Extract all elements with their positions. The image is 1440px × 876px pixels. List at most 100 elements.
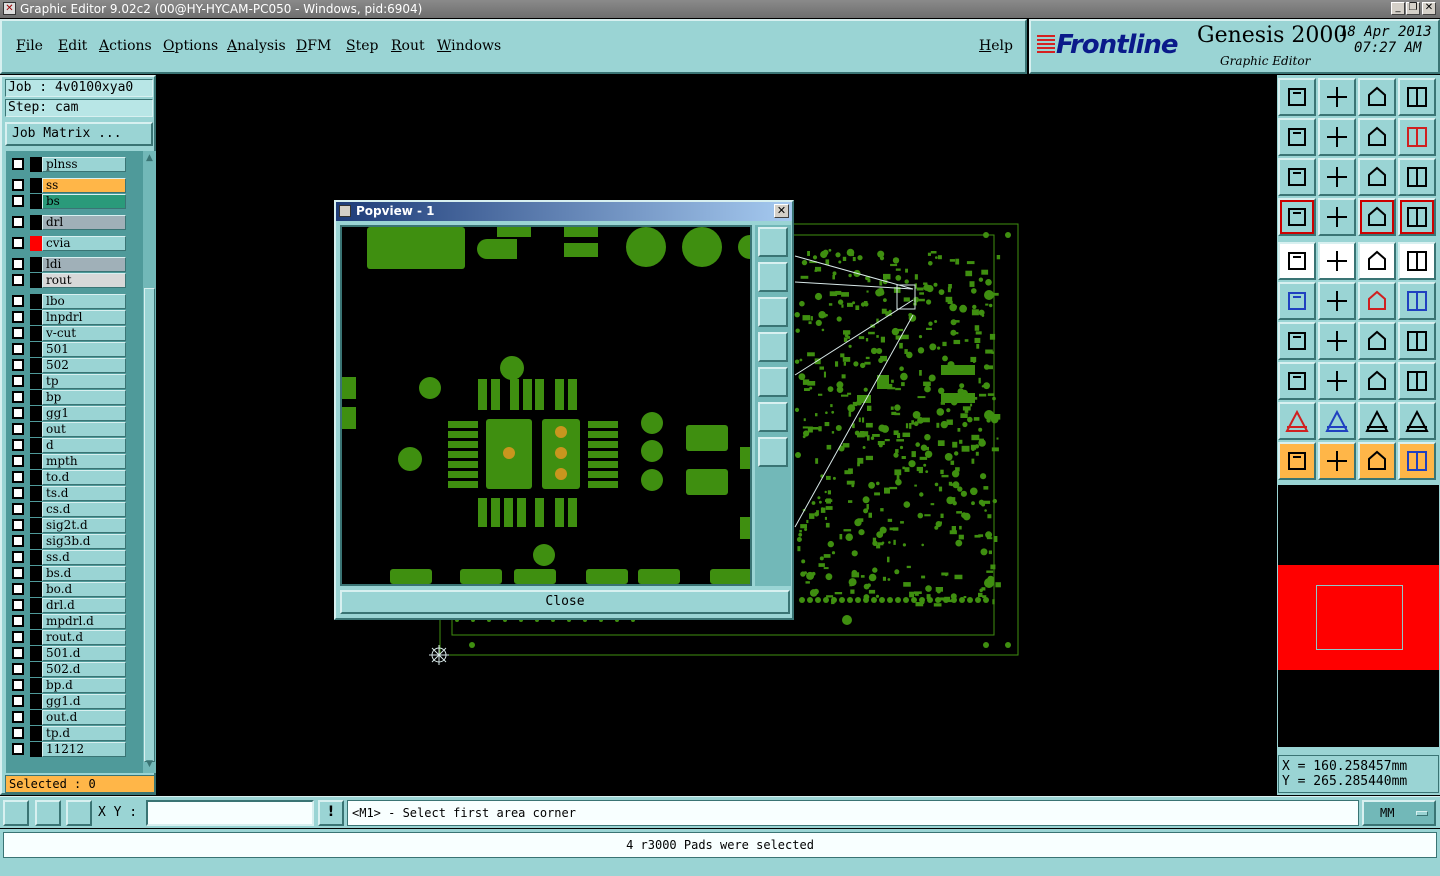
- popview-pan-left-icon[interactable]: [758, 332, 788, 362]
- layer-name[interactable]: out.d: [42, 710, 126, 725]
- layer-name[interactable]: mpth: [42, 454, 126, 469]
- layer-name[interactable]: mpdrl.d: [42, 614, 126, 629]
- popview-zoom-window-icon[interactable]: [758, 227, 788, 257]
- layer-checkbox[interactable]: [12, 695, 24, 707]
- layer-row-501[interactable]: 501: [8, 342, 143, 357]
- layer-checkbox[interactable]: [12, 471, 24, 483]
- features-icon[interactable]: [1278, 198, 1316, 236]
- close-icon[interactable]: ✕: [1422, 2, 1436, 15]
- menu-step[interactable]: Step: [346, 38, 378, 54]
- layer-scrollbar[interactable]: ▲ ▼: [143, 151, 156, 773]
- layer-checkbox[interactable]: [12, 274, 24, 286]
- rotate-icon[interactable]: [1358, 322, 1396, 360]
- layer-name[interactable]: tp: [42, 374, 126, 389]
- layer-checkbox[interactable]: [12, 179, 24, 191]
- snap-icon[interactable]: [3, 800, 29, 826]
- layer-row-v-cut[interactable]: v-cut: [8, 326, 143, 341]
- layer-row-11212[interactable]: 11212: [8, 742, 143, 757]
- pad-select-icon[interactable]: [1278, 242, 1316, 280]
- layer-row-bs[interactable]: bs: [8, 194, 143, 209]
- layer-name[interactable]: sig2t.d: [42, 518, 126, 533]
- pan-left-icon[interactable]: [1278, 118, 1316, 156]
- layer-name[interactable]: to.d: [42, 470, 126, 485]
- menu-windows[interactable]: Windows: [437, 38, 501, 54]
- layer-checkbox[interactable]: [12, 535, 24, 547]
- one-to-one-icon[interactable]: [1358, 158, 1396, 196]
- layer-name[interactable]: drl: [42, 215, 126, 230]
- layer-row-502-d[interactable]: 502.d: [8, 662, 143, 677]
- select-poly-icon[interactable]: [1358, 442, 1396, 480]
- layer-name[interactable]: sig3b.d: [42, 534, 126, 549]
- zoom-center-icon[interactable]: [1318, 158, 1356, 196]
- layer-name[interactable]: rout.d: [42, 630, 126, 645]
- layer-toggle-icon[interactable]: [1358, 198, 1396, 236]
- minimize-icon[interactable]: _: [1391, 2, 1405, 15]
- layer-row-mpdrl-d[interactable]: mpdrl.d: [8, 614, 143, 629]
- layer-row-bp[interactable]: bp: [8, 390, 143, 405]
- line-icon[interactable]: [1318, 322, 1356, 360]
- layer-name[interactable]: rout: [42, 273, 126, 288]
- layer-name[interactable]: ts.d: [42, 486, 126, 501]
- triangle-blue-icon[interactable]: [1318, 402, 1356, 440]
- layer-checkbox[interactable]: [12, 258, 24, 270]
- layer-checkbox[interactable]: [12, 567, 24, 579]
- layer-checkbox[interactable]: [12, 503, 24, 515]
- layer-checkbox[interactable]: [12, 195, 24, 207]
- layer-checkbox[interactable]: [12, 647, 24, 659]
- layer-row-bo-d[interactable]: bo.d: [8, 582, 143, 597]
- measure-icon[interactable]: [35, 800, 61, 826]
- layer-name[interactable]: lnpdrl: [42, 310, 126, 325]
- polygon-icon[interactable]: [1398, 362, 1436, 400]
- layer-row-ts-d[interactable]: ts.d: [8, 486, 143, 501]
- layer-checkbox[interactable]: [12, 327, 24, 339]
- select-arrow-icon[interactable]: [1278, 442, 1316, 480]
- highlight-icon[interactable]: [1278, 362, 1316, 400]
- layer-checkbox[interactable]: [12, 551, 24, 563]
- xy-input[interactable]: [146, 800, 314, 826]
- layer-checkbox[interactable]: [12, 423, 24, 435]
- layer-checkbox[interactable]: [12, 375, 24, 387]
- layer-checkbox[interactable]: [12, 679, 24, 691]
- zoom-fit-icon[interactable]: [1318, 78, 1356, 116]
- job-matrix-button[interactable]: Job Matrix ...: [5, 122, 153, 146]
- layer-row-ldi[interactable]: ldi: [8, 257, 143, 272]
- layer-checkbox[interactable]: [12, 583, 24, 595]
- restore-icon[interactable]: ❐: [1406, 2, 1420, 15]
- layer-name[interactable]: gg1.d: [42, 694, 126, 709]
- layer-name[interactable]: out: [42, 422, 126, 437]
- layer-checkbox[interactable]: [12, 615, 24, 627]
- overview-view-frame[interactable]: [1316, 585, 1403, 650]
- layer-row-bs-d[interactable]: bs.d: [8, 566, 143, 581]
- popview-close-button[interactable]: Close: [340, 590, 790, 614]
- popview-titlebar[interactable]: Popview - 1 ✕: [336, 202, 792, 221]
- layer-checkbox[interactable]: [12, 663, 24, 675]
- menu-rout[interactable]: Rout: [391, 38, 425, 54]
- layer-row-lbo[interactable]: lbo: [8, 294, 143, 309]
- graphic-canvas[interactable]: Popview - 1 ✕ Close: [157, 75, 1276, 795]
- popview-zoom-out-icon[interactable]: [758, 437, 788, 467]
- layer-name[interactable]: bp: [42, 390, 126, 405]
- menu-edit[interactable]: Edit: [58, 38, 87, 54]
- triangle-outline-icon[interactable]: [1358, 402, 1396, 440]
- layer-name[interactable]: cs.d: [42, 502, 126, 517]
- layer-checkbox[interactable]: [12, 727, 24, 739]
- menu-analysis[interactable]: Analysis: [227, 38, 286, 54]
- layer-row-rout[interactable]: rout: [8, 273, 143, 288]
- layer-row-cvia[interactable]: cvia: [8, 236, 143, 251]
- layer-row-tp-d[interactable]: tp.d: [8, 726, 143, 741]
- ruler-icon[interactable]: [1358, 242, 1396, 280]
- undo-view-icon[interactable]: [1358, 118, 1396, 156]
- line-select-icon[interactable]: [1318, 242, 1356, 280]
- select-box-icon[interactable]: [1318, 442, 1356, 480]
- layer-name[interactable]: 11212: [42, 742, 126, 757]
- popview-pan-down-icon[interactable]: [758, 297, 788, 327]
- layer-row-d[interactable]: d: [8, 438, 143, 453]
- layer-row-gg1[interactable]: gg1: [8, 406, 143, 421]
- layer-checkbox[interactable]: [12, 237, 24, 249]
- layer-name[interactable]: drl.d: [42, 598, 126, 613]
- menu-dfm[interactable]: DFM: [296, 38, 331, 54]
- layer-row-rout-d[interactable]: rout.d: [8, 630, 143, 645]
- triangle-red-icon[interactable]: [1278, 402, 1316, 440]
- net-icon[interactable]: [1278, 282, 1316, 320]
- layer-row-gg1-d[interactable]: gg1.d: [8, 694, 143, 709]
